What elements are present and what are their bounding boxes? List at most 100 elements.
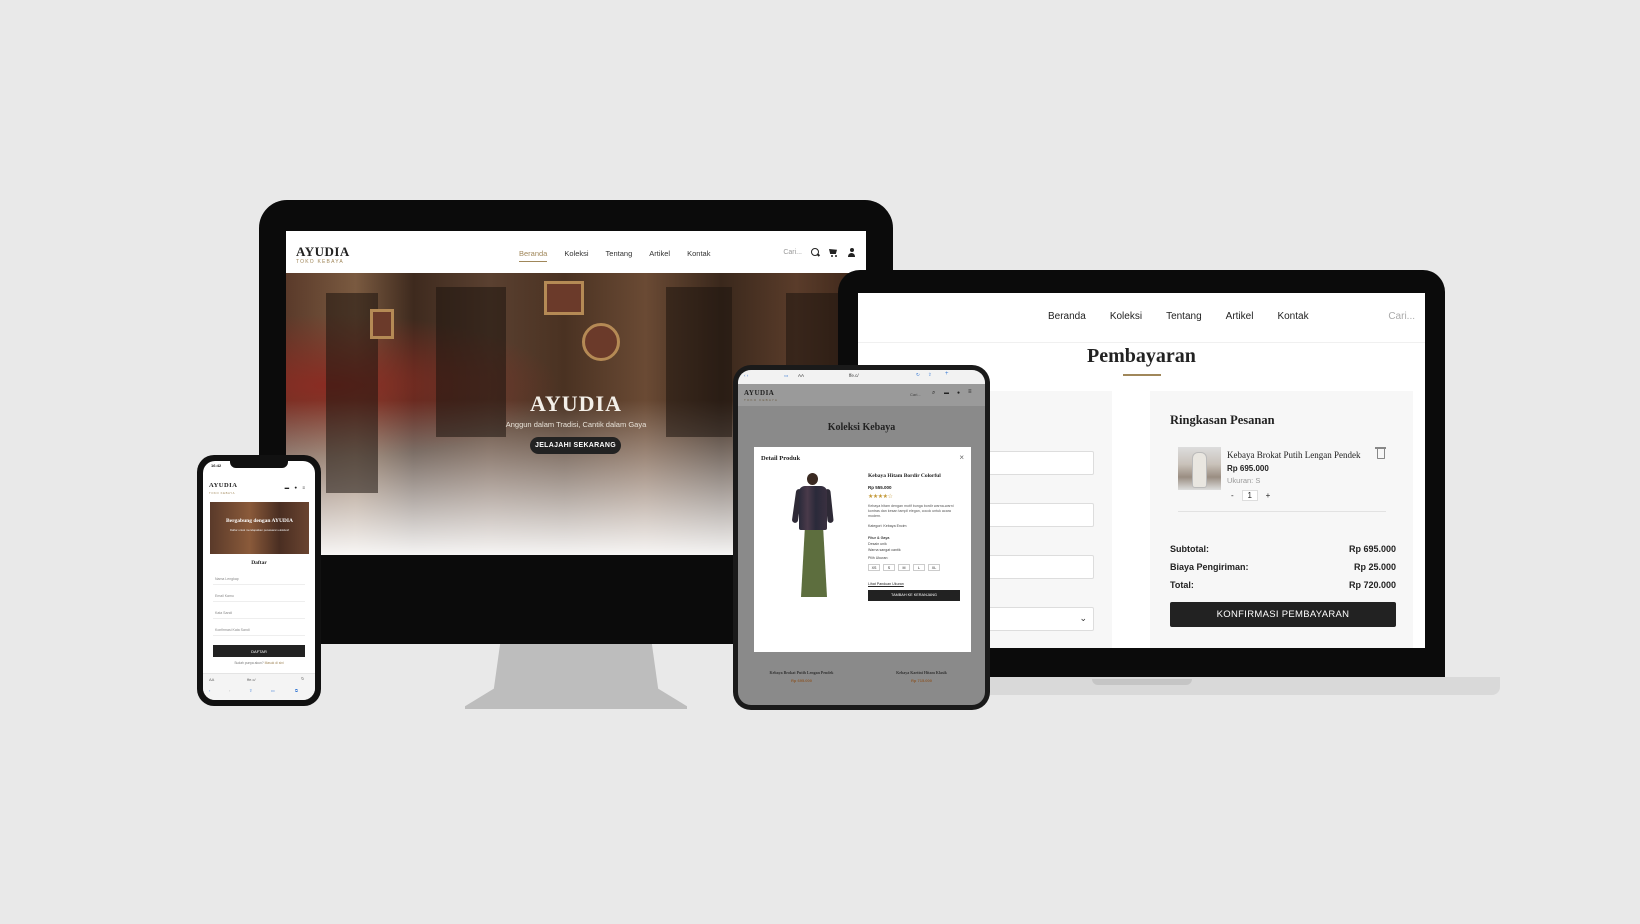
model-skirt xyxy=(801,527,827,597)
nav-kontak[interactable]: Kontak xyxy=(687,249,710,262)
model-head xyxy=(807,473,818,485)
title-underline xyxy=(1123,374,1161,376)
menu-icon[interactable]: ≡ xyxy=(302,485,307,490)
user-icon[interactable] xyxy=(847,248,856,257)
url-text[interactable]: ffe.c/ xyxy=(247,677,256,682)
new-tab-icon[interactable]: + xyxy=(945,371,949,377)
nav-kontak[interactable]: Kontak xyxy=(1277,311,1308,322)
nav-beranda[interactable]: Beranda xyxy=(1048,311,1086,322)
address-field[interactable]: AA xyxy=(209,677,214,682)
share-icon[interactable]: ⇪ xyxy=(249,688,252,693)
form-field[interactable] xyxy=(976,503,1094,527)
subtotal-label: Subtotal: xyxy=(1170,544,1209,554)
size-option[interactable]: XL xyxy=(928,563,940,571)
close-icon[interactable]: × xyxy=(959,453,964,462)
user-icon[interactable]: ● xyxy=(957,390,960,396)
laptop-base xyxy=(968,677,1500,695)
nav-tentang[interactable]: Tentang xyxy=(606,249,633,262)
cart-icon[interactable]: ▬ xyxy=(944,390,949,396)
back-icon[interactable]: ‹ › xyxy=(744,373,748,378)
qty-input[interactable]: 1 xyxy=(1241,490,1258,501)
search-icon[interactable] xyxy=(811,248,820,257)
site-logo[interactable]: AYUDIA TOKO KEBAYA xyxy=(744,389,778,403)
search-input[interactable]: Cari... xyxy=(783,249,802,256)
reload-icon[interactable]: ↻ xyxy=(301,676,304,681)
explore-button[interactable]: JELAJAHI SEKARANG xyxy=(530,437,621,454)
product-category: Kategori: Kebaya Encim xyxy=(868,523,907,528)
trash-icon[interactable] xyxy=(1375,447,1386,459)
summary-title: Ringkasan Pesanan xyxy=(1170,413,1275,427)
product-card[interactable]: Kebaya Kartini Hitam Klasik Rp 715.000 xyxy=(866,660,977,688)
product-card[interactable]: Kebaya Brokat Putih Lengan Pendek Rp 695… xyxy=(746,660,857,688)
url-text[interactable]: ffe.c/ xyxy=(849,373,859,378)
size-option[interactable]: S xyxy=(883,563,895,571)
product-price: Rp 555.000 xyxy=(868,485,892,490)
product-card-price: Rp 695.000 xyxy=(791,678,812,683)
add-to-cart-button[interactable]: TAMBAH KE KERANJANG xyxy=(868,589,960,601)
modal-title: Detail Produk xyxy=(761,455,801,462)
nav-artikel[interactable]: Artikel xyxy=(649,249,670,262)
product-image xyxy=(774,469,856,605)
product-info: Kebaya Hitam Bordir Colorful Rp 555.000 … xyxy=(868,473,964,601)
share-icon[interactable]: ⇪ xyxy=(928,372,932,378)
search-input[interactable]: Cari... xyxy=(910,392,921,397)
hero-frame-decor xyxy=(582,323,620,361)
search-icon[interactable]: ⌕ xyxy=(932,390,935,397)
nav-tentang[interactable]: Tentang xyxy=(1166,311,1202,322)
logo-text: AYUDIA xyxy=(744,389,775,397)
shipping-value: Rp 25.000 xyxy=(1353,562,1396,572)
qty-minus-button[interactable]: - xyxy=(1231,491,1234,500)
nav-koleksi[interactable]: Koleksi xyxy=(564,249,588,262)
form-field[interactable] xyxy=(976,451,1094,475)
size-option[interactable]: M xyxy=(898,563,910,571)
login-link[interactable]: Masuk di sini xyxy=(265,661,284,665)
status-time: 16:42 xyxy=(211,463,222,468)
size-option[interactable]: L xyxy=(913,563,925,571)
phone-notch xyxy=(230,461,288,468)
qty-plus-button[interactable]: + xyxy=(1266,491,1271,500)
password-field[interactable]: Kata Sandi xyxy=(213,608,305,619)
nav-artikel[interactable]: Artikel xyxy=(1226,311,1254,322)
main-menu: Beranda Koleksi Tentang Artikel Kontak xyxy=(1048,311,1309,322)
cart-icon[interactable]: ▬ xyxy=(285,485,292,490)
address-field[interactable]: AA xyxy=(798,373,804,378)
quantity-stepper: - 1 + xyxy=(1231,490,1270,501)
cart-icon[interactable] xyxy=(829,248,838,257)
form-field[interactable] xyxy=(976,555,1094,579)
size-guide-link[interactable]: Lihat Panduan Ukuran xyxy=(868,582,964,586)
product-description: Kebaya hitam dengan motif bunga bordir w… xyxy=(868,504,954,519)
back-icon[interactable]: ‹ xyxy=(209,688,210,693)
main-menu: Beranda Koleksi Tentang Artikel Kontak xyxy=(519,249,710,262)
book-icon[interactable]: ▭ xyxy=(271,688,275,693)
book-icon[interactable]: ▭ xyxy=(784,373,788,379)
size-options: XS S M L XL xyxy=(868,563,964,571)
user-icon[interactable]: ● xyxy=(294,485,299,490)
feature-item: Warna sangat cantik xyxy=(868,547,901,552)
reload-icon[interactable]: ↻ xyxy=(916,372,920,378)
site-logo[interactable]: AYUDIA TOKO KEBAYA xyxy=(296,245,350,265)
tabs-icon[interactable]: ⧉ xyxy=(295,688,298,693)
nav-koleksi[interactable]: Koleksi xyxy=(1110,311,1142,322)
form-title: Daftar xyxy=(251,560,267,566)
chevron-down-icon: ⌄ xyxy=(1079,613,1087,623)
size-option[interactable]: XS xyxy=(868,563,880,571)
tablet-screen: ‹ › ▭ AA ffe.c/ ↻ ⇪ + AYUDIA TOKO KEBAYA… xyxy=(738,370,985,705)
email-field[interactable]: Email Kamu xyxy=(213,591,305,602)
site-logo[interactable]: AYUDIA TOKO KEBAYA xyxy=(209,482,237,494)
search-input[interactable]: Cari... xyxy=(1388,311,1415,322)
forward-icon[interactable]: › xyxy=(229,688,230,693)
order-summary: Ringkasan Pesanan Kebaya Brokat Putih Le… xyxy=(1150,391,1413,648)
confirm-password-field[interactable]: Konfirmasi Kata Sandi xyxy=(213,625,305,636)
register-hero: Bergabung dengan AYUDIA Daftar untuk men… xyxy=(210,502,309,554)
shipping-row: Biaya Pengiriman: Rp 25.000 xyxy=(1170,562,1396,572)
fullname-field[interactable]: Nama Lengkap xyxy=(213,574,305,585)
register-button[interactable]: DAFTAR xyxy=(213,645,305,657)
divider xyxy=(1178,511,1386,512)
form-select[interactable]: ⌄ xyxy=(976,607,1094,631)
confirm-payment-button[interactable]: KONFIRMASI PEMBAYARAN xyxy=(1170,602,1396,627)
menu-icon[interactable]: ≡ xyxy=(968,389,972,395)
nav-beranda[interactable]: Beranda xyxy=(519,249,548,262)
product-size: Ukuran: S xyxy=(1227,476,1261,485)
product-thumbnail xyxy=(1178,447,1221,490)
browser-bar: AA ffe.c/ ↻ ‹ › ⇪ ▭ ⧉ xyxy=(203,673,315,700)
